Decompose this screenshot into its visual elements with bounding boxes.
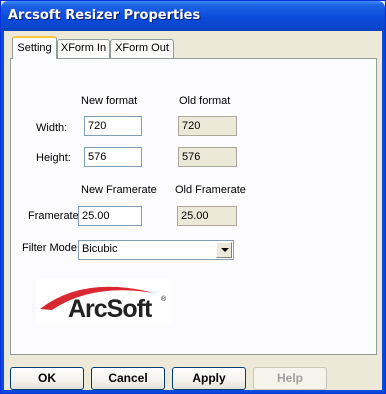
filter-mode-label: Filter Mode: — [22, 242, 81, 254]
chevron-down-icon[interactable] — [216, 242, 232, 258]
logo-wordmark: ArcSoft — [68, 295, 152, 323]
filter-mode-value: Bicubic — [82, 243, 118, 255]
height-label: Height: — [36, 152, 71, 164]
new-framerate-header: New Framerate — [81, 184, 157, 196]
help-button: Help — [253, 367, 327, 390]
old-format-header: Old format — [179, 95, 231, 107]
apply-button[interactable]: Apply — [172, 367, 246, 390]
arcsoft-logo: ArcSoft ® — [36, 279, 171, 323]
old-framerate-field: 25.00 — [177, 206, 237, 226]
cancel-button[interactable]: Cancel — [91, 367, 165, 390]
settings-content: New format Old format Width: 720 720 Hei… — [1, 1, 386, 361]
old-height-field: 576 — [178, 147, 237, 167]
old-framerate-header: Old Framerate — [175, 184, 246, 196]
new-height-input[interactable]: 576 — [84, 147, 142, 167]
framerate-label: Framerate: — [28, 210, 82, 222]
new-format-header: New format — [81, 95, 138, 107]
window-frame-bottom — [1, 390, 385, 393]
logo-registered-mark: ® — [161, 296, 167, 303]
properties-dialog: Arcsoft Resizer Properties Setting XForm… — [0, 0, 386, 394]
old-width-field: 720 — [178, 116, 237, 136]
width-label: Width: — [36, 122, 68, 134]
filter-mode-select[interactable]: Bicubic — [78, 240, 234, 260]
new-width-input[interactable]: 720 — [84, 116, 142, 136]
ok-button[interactable]: OK — [10, 367, 84, 390]
new-framerate-input[interactable]: 25.00 — [78, 206, 142, 226]
